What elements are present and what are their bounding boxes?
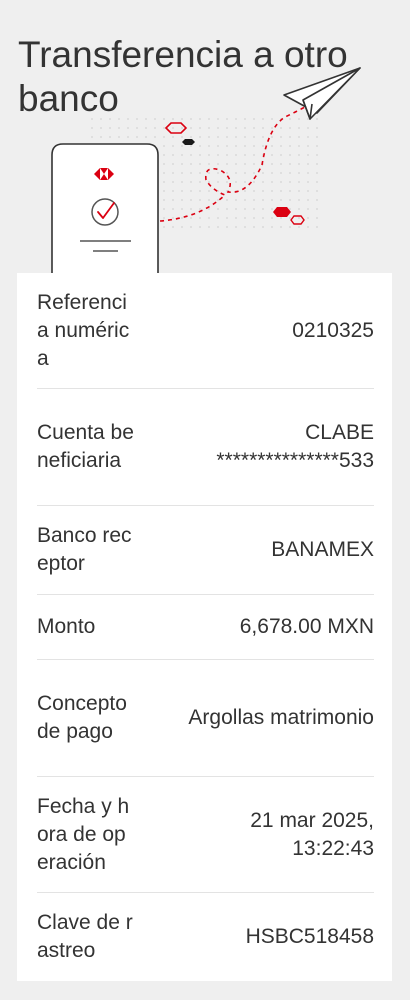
detail-row-tracking-key: Clave de rastreo HSBC518458 [37, 893, 374, 981]
row-label: Monto [37, 615, 96, 638]
row-value-line: 13:22:43 [292, 836, 374, 860]
row-value: CLABE ***************533 [137, 419, 374, 475]
row-value-line: ***************533 [216, 449, 374, 472]
row-value-line: CLABE [305, 421, 374, 444]
row-label: Cuenta beneficiaria [37, 421, 134, 472]
row-value-line: 0210325 [292, 318, 374, 342]
row-label: Clave de rastreo [37, 911, 133, 962]
detail-row-amount: Monto 6,678.00 MXN [37, 595, 374, 660]
page-title: Transferencia a otro banco [18, 34, 348, 119]
row-value: 21 mar 2025, 13:22:43 [137, 807, 374, 863]
row-label: Concepto de pago [37, 692, 127, 743]
row-value-line: Argollas matrimonio [188, 706, 374, 729]
row-label: Referencia numérica [37, 290, 130, 370]
detail-row-receiving-bank: Banco receptor BANAMEX [37, 506, 374, 595]
row-value: 0210325 [137, 317, 374, 345]
phone-icon [51, 143, 159, 273]
row-value-line: BANAMEX [271, 538, 374, 561]
row-value: HSBC518458 [137, 923, 374, 951]
transfer-details-card: Referencia numérica 0210325 Cuenta benef… [17, 273, 392, 981]
row-value: BANAMEX [137, 536, 374, 564]
row-value-line: HSBC518458 [245, 925, 374, 948]
detail-row-operation-datetime: Fecha y hora de operación 21 mar 2025, 1… [37, 777, 374, 893]
detail-row-reference: Referencia numérica 0210325 [37, 273, 374, 389]
row-value-line: 21 mar 2025, [250, 808, 374, 832]
row-label: Banco receptor [37, 524, 132, 575]
detail-row-payment-concept: Concepto de pago Argollas matrimonio [37, 660, 374, 777]
row-label: Fecha y hora de operación [37, 794, 130, 874]
row-value: 6,678.00 MXN [137, 613, 374, 641]
detail-row-beneficiary-account: Cuenta beneficiaria CLABE **************… [37, 389, 374, 506]
row-value: Argollas matrimonio [137, 704, 374, 732]
row-value-line: 6,678.00 MXN [239, 615, 374, 638]
